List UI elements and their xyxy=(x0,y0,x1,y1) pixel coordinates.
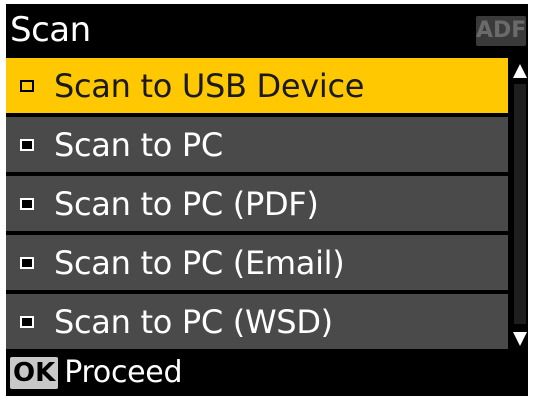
menu-item-label: Scan to PC xyxy=(54,125,223,164)
lcd-screen: Scan ADF Scan to USB Device Scan to PC S… xyxy=(6,4,528,396)
bullet-icon xyxy=(20,197,34,210)
menu-item-label: Scan to PC (Email) xyxy=(54,243,345,282)
proceed-label: Proceed xyxy=(64,355,183,390)
menu-item-scan-to-pc-email[interactable]: Scan to PC (Email) xyxy=(6,235,508,290)
menu-item-label: Scan to USB Device xyxy=(54,66,365,105)
bullet-icon xyxy=(20,315,34,328)
page-title: Scan xyxy=(10,10,91,50)
bullet-icon xyxy=(20,138,34,151)
scroll-down-arrow-icon[interactable] xyxy=(513,332,527,346)
scroll-track xyxy=(514,84,526,324)
footer-hint-bar: OK Proceed xyxy=(6,350,528,396)
menu-item-label: Scan to PC (PDF) xyxy=(54,184,319,223)
title-bar: Scan ADF xyxy=(6,4,528,58)
adf-status-badge: ADF xyxy=(476,16,526,46)
scroll-up-arrow-icon[interactable] xyxy=(513,64,527,78)
scan-menu: Scan to USB Device Scan to PC Scan to PC… xyxy=(6,58,508,350)
menu-item-scan-to-pc-wsd[interactable]: Scan to PC (WSD) xyxy=(6,294,508,349)
menu-item-scan-to-pc[interactable]: Scan to PC xyxy=(6,117,508,172)
menu-item-label: Scan to PC (WSD) xyxy=(54,302,333,341)
ok-key-icon[interactable]: OK xyxy=(10,357,59,389)
bullet-icon xyxy=(20,79,34,92)
menu-item-scan-to-usb-device[interactable]: Scan to USB Device xyxy=(6,58,508,113)
scrollbar[interactable] xyxy=(512,58,528,350)
menu-item-scan-to-pc-pdf[interactable]: Scan to PC (PDF) xyxy=(6,176,508,231)
bullet-icon xyxy=(20,256,34,269)
